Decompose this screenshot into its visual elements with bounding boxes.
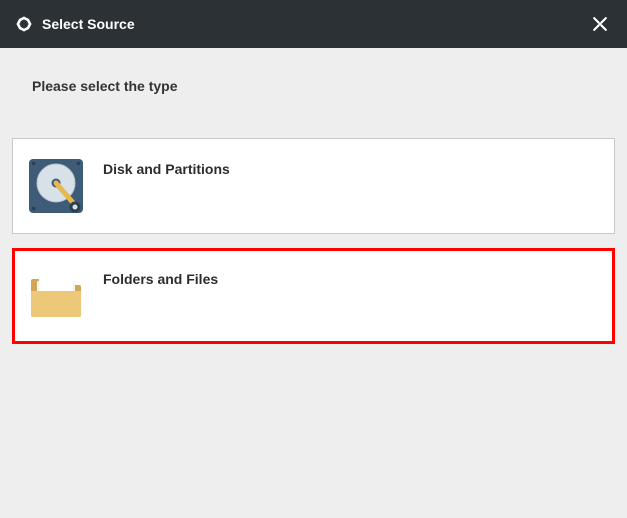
header-left: Select Source (14, 14, 135, 34)
instruction-text: Please select the type (32, 78, 615, 94)
option-label: Disk and Partitions (103, 161, 230, 177)
dialog-content: Please select the type Disk and Partitio… (0, 48, 627, 344)
disk-icon (27, 157, 85, 215)
option-folders-files[interactable]: Folders and Files (12, 248, 615, 344)
close-button[interactable] (587, 11, 613, 37)
folder-icon (27, 267, 85, 325)
option-disk-partitions[interactable]: Disk and Partitions (12, 138, 615, 234)
dialog-title: Select Source (42, 16, 135, 32)
close-icon (590, 14, 610, 34)
dialog-header: Select Source (0, 0, 627, 48)
app-logo-icon (14, 14, 34, 34)
option-label: Folders and Files (103, 271, 218, 287)
